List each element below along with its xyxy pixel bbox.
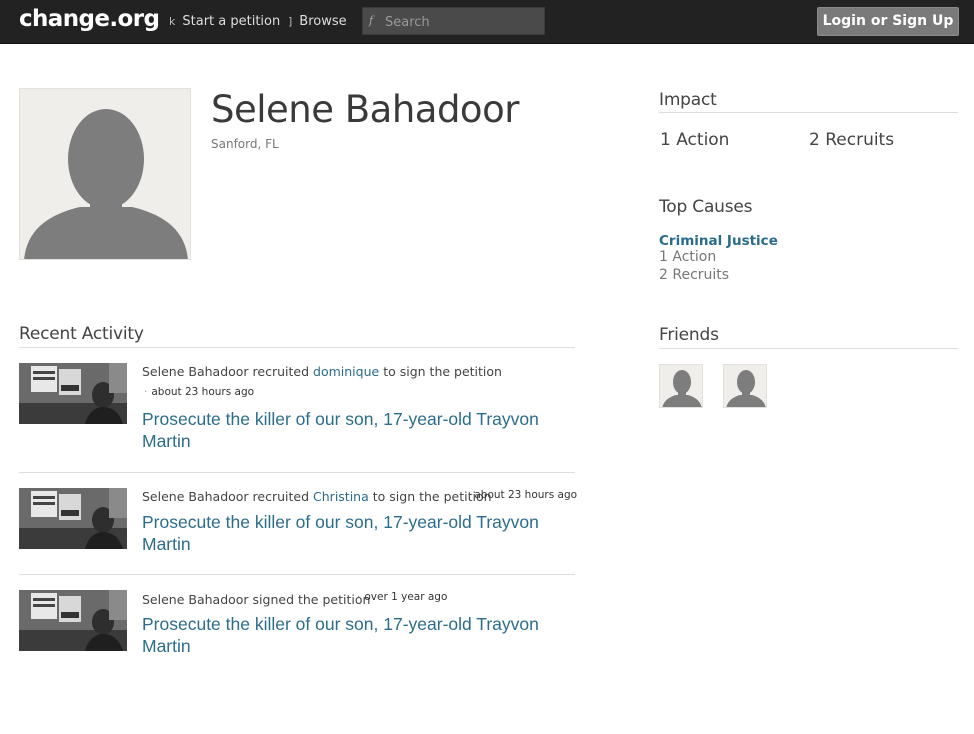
petition-thumbnail[interactable] — [19, 363, 127, 424]
petition-title-link[interactable]: Prosecute the killer of our son, 17-year… — [142, 511, 572, 555]
start-petition-link[interactable]: k Start a petition — [169, 14, 280, 29]
profile-avatar — [19, 88, 191, 260]
divider — [19, 574, 575, 575]
default-avatar-icon — [662, 370, 702, 407]
cause-actions: 1 Action — [659, 249, 717, 265]
profile-name: Selene Bahadoor — [211, 88, 519, 131]
browse-icon: ] — [288, 15, 293, 28]
activity-description: Selene Bahadoor recruited dominique to s… — [142, 364, 502, 379]
petition-thumbnail[interactable] — [19, 488, 127, 549]
divider — [19, 347, 575, 348]
start-petition-label: Start a petition — [182, 14, 281, 29]
divider — [659, 112, 958, 113]
activity-description: Selene Bahadoor signed the petition — [142, 592, 371, 607]
activity-timestamp: · about 23 hours ago — [144, 386, 255, 398]
login-signup-button[interactable]: Login or Sign Up — [817, 7, 959, 36]
cause-link-criminal-justice[interactable]: Criminal Justice — [659, 233, 778, 249]
activity-item: Selene Bahadoor recruited Christina to s… — [19, 488, 578, 568]
activity-item: Selene Bahadoor signed the petition · ove… — [19, 590, 575, 670]
top-navigation-bar: change.org k Start a petition ] Browse f L… — [0, 0, 974, 44]
profile-location: Sanford, FL — [211, 137, 279, 151]
change-org-logo[interactable]: change.org — [19, 6, 160, 32]
activity-timestamp: · about 23 hours ago — [467, 489, 578, 501]
search-input[interactable] — [383, 10, 542, 34]
activity-timestamp: · over 1 year ago — [357, 591, 448, 603]
divider — [19, 472, 575, 473]
friends-title: Friends — [659, 325, 719, 345]
friend-avatar[interactable] — [659, 364, 703, 408]
recruit-user-link[interactable]: dominique — [313, 364, 379, 379]
petition-title-link[interactable]: Prosecute the killer of our son, 17-year… — [142, 408, 572, 452]
divider — [659, 348, 958, 349]
friend-avatar[interactable] — [723, 364, 767, 408]
browse-label: Browse — [299, 14, 347, 29]
browse-link[interactable]: ] Browse — [288, 14, 347, 29]
petition-thumbnail[interactable] — [19, 590, 127, 651]
recruit-user-link[interactable]: Christina — [313, 489, 369, 504]
cause-recruits: 2 Recruits — [659, 267, 730, 283]
impact-recruits: 2 Recruits — [809, 130, 895, 150]
start-petition-icon: k — [169, 15, 176, 28]
activity-description: Selene Bahadoor recruited Christina to s… — [142, 489, 492, 504]
petition-title-link[interactable]: Prosecute the killer of our son, 17-year… — [142, 613, 572, 657]
top-causes-title: Top Causes — [659, 197, 753, 217]
search-box: f — [362, 7, 545, 35]
activity-item: Selene Bahadoor recruited dominique to s… — [19, 363, 575, 463]
impact-title: Impact — [659, 90, 717, 110]
default-avatar-icon — [726, 370, 766, 407]
search-icon: f — [369, 14, 374, 27]
impact-actions: 1 Action — [660, 130, 730, 150]
default-avatar-icon — [24, 109, 188, 259]
recent-activity-title: Recent Activity — [19, 324, 144, 344]
